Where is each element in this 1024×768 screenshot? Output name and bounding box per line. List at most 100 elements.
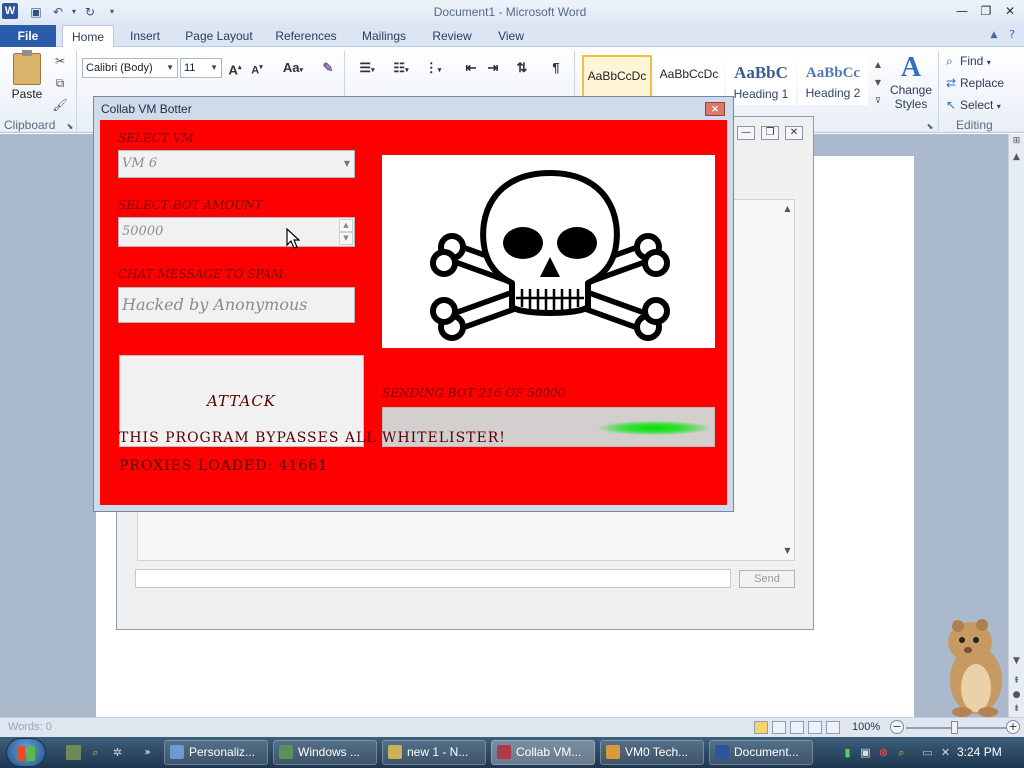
full-screen-reading-icon[interactable] <box>772 721 786 734</box>
zoom-slider-thumb[interactable] <box>951 721 958 734</box>
chat-maximize-button[interactable]: ❐ <box>761 126 779 140</box>
font-size-select[interactable]: 11 ▼ <box>180 58 222 78</box>
browse-object-icon[interactable]: ● <box>1009 688 1024 702</box>
copy-icon[interactable]: ⧉ <box>52 75 68 91</box>
chat-input[interactable] <box>135 569 731 588</box>
numbering-icon[interactable]: ☷▾ <box>388 59 414 77</box>
start-button[interactable] <box>6 738 46 767</box>
undo-dropdown-icon[interactable]: ▾ <box>66 4 82 20</box>
maximize-button[interactable]: ❐ <box>976 3 996 19</box>
customize-qat-icon[interactable]: ▾ <box>104 4 120 20</box>
chat-message-label: CHAT MESSAGE TO SPAM <box>118 267 284 281</box>
bot-close-button[interactable]: ✕ <box>705 102 725 116</box>
shrink-font-icon[interactable]: A▾ <box>248 59 266 77</box>
tab-file[interactable]: File <box>0 25 56 47</box>
minimize-button[interactable]: — <box>952 3 972 19</box>
chat-scroll-up-icon[interactable]: ▲ <box>780 202 795 216</box>
chat-close-button[interactable]: ✕ <box>785 126 803 140</box>
replace-button[interactable]: ⇄ Replace <box>946 74 1004 92</box>
chat-scroll-down-icon[interactable]: ▼ <box>780 544 795 558</box>
save-icon[interactable]: ▣ <box>28 4 44 20</box>
progress-glow <box>599 421 709 435</box>
quicklaunch-expand-icon[interactable]: » <box>140 745 155 760</box>
taskbar-button[interactable]: Collab VM... <box>491 740 595 765</box>
tray-volume-muted-icon[interactable]: ✕ <box>938 745 953 760</box>
style-heading-2[interactable]: AaBbCc Heading 2 <box>798 55 868 105</box>
styles-scroll-down-icon[interactable]: ▼ <box>870 75 886 91</box>
chevron-down-icon: ▼ <box>210 63 218 72</box>
draft-view-icon[interactable] <box>826 721 840 734</box>
cut-icon[interactable]: ✂ <box>52 53 68 69</box>
tray-monitor-icon[interactable]: ▭ <box>920 745 935 760</box>
chat-message-input[interactable]: Hacked by Anonymous <box>118 287 355 323</box>
document-scrollbar[interactable]: ⊞ ▲ ▼ ⇞ ● ⇟ <box>1008 134 1024 717</box>
tab-page-layout[interactable]: Page Layout <box>178 25 260 47</box>
styles-scroll-up-icon[interactable]: ▲ <box>870 57 886 73</box>
print-layout-icon[interactable] <box>754 721 768 734</box>
close-button[interactable]: ✕ <box>1000 3 1020 19</box>
taskbar-button[interactable]: new 1 - N... <box>382 740 486 765</box>
select-button[interactable]: ↖ Select ▾ <box>946 96 1001 114</box>
stepper-up-icon[interactable]: ▲ <box>339 219 353 232</box>
tray-blocked-icon[interactable]: ⊗ <box>876 745 891 760</box>
tab-references[interactable]: References <box>268 25 344 47</box>
chat-minimize-button[interactable]: — <box>737 126 755 140</box>
hamster-mascot-icon[interactable] <box>932 612 1010 720</box>
taskbar-button[interactable]: Document... <box>709 740 813 765</box>
styles-more-icon[interactable]: ⊽ <box>870 93 886 109</box>
font-name-select[interactable]: Calibri (Body) ▼ <box>82 58 178 78</box>
bot-amount-stepper[interactable]: 50000 ▲ ▼ <box>118 217 355 247</box>
zoom-in-icon[interactable]: + <box>1006 720 1020 734</box>
grow-font-icon[interactable]: A▴ <box>226 59 244 77</box>
show-formatting-marks-icon[interactable]: ¶ <box>546 59 566 77</box>
bullets-icon[interactable]: ☰▾ <box>354 59 380 77</box>
vm-select[interactable]: VM 6 ▼ <box>118 150 355 178</box>
decrease-indent-icon[interactable]: ⇤ <box>462 59 480 77</box>
styles-launcher-icon[interactable]: ⬊ <box>922 119 938 135</box>
clear-formatting-icon[interactable]: ✎ <box>318 59 338 77</box>
tab-home[interactable]: Home <box>62 25 114 47</box>
web-layout-icon[interactable] <box>790 721 804 734</box>
tab-insert[interactable]: Insert <box>120 25 170 47</box>
increase-indent-icon[interactable]: ⇥ <box>484 59 502 77</box>
tab-review[interactable]: Review <box>424 25 480 47</box>
tray-display-icon[interactable]: ▣ <box>858 745 873 760</box>
skull-crossbones-icon <box>430 170 670 341</box>
redo-icon[interactable]: ↻ <box>82 4 98 20</box>
scroll-down-icon[interactable]: ▼ <box>1009 654 1024 668</box>
taskbar-clock[interactable]: 3:24 PM <box>957 745 1002 759</box>
multilevel-list-icon[interactable]: ⋮▾ <box>420 59 446 77</box>
word-app-icon[interactable]: W <box>2 3 18 19</box>
taskbar-button-label: Windows ... <box>298 745 361 759</box>
tray-search-icon[interactable]: ⌕ <box>894 745 909 760</box>
send-button[interactable]: Send <box>739 570 795 588</box>
tray-network-icon[interactable]: ▮ <box>840 745 855 760</box>
change-case-icon[interactable]: Aa▾ <box>280 59 306 77</box>
paste-button[interactable]: Paste <box>8 50 46 113</box>
outline-view-icon[interactable] <box>808 721 822 734</box>
help-icon[interactable]: ? <box>1002 27 1022 43</box>
scroll-up-icon[interactable]: ▲ <box>1009 150 1024 164</box>
sort-icon[interactable]: ⇅ <box>512 59 532 77</box>
tab-view[interactable]: View <box>488 25 534 47</box>
format-painter-icon[interactable]: 🖌 <box>52 97 68 113</box>
word-count[interactable]: Words: 0 <box>8 721 52 733</box>
style-heading-1[interactable]: AaBbC Heading 1 <box>726 55 796 105</box>
zoom-out-icon[interactable]: − <box>890 720 904 734</box>
quicklaunch-search-icon[interactable]: ⌕ <box>88 745 103 760</box>
next-page-icon[interactable]: ⇟ <box>1009 702 1024 716</box>
undo-icon[interactable]: ↶ <box>50 4 66 20</box>
change-styles-button[interactable]: A Change Styles <box>888 53 934 115</box>
zoom-level[interactable]: 100% <box>852 721 880 733</box>
taskbar-button[interactable]: Windows ... <box>273 740 377 765</box>
quicklaunch-app-icon[interactable]: ✲ <box>110 745 125 760</box>
tab-mailings[interactable]: Mailings <box>352 25 416 47</box>
taskbar-button[interactable]: Personaliz... <box>164 740 268 765</box>
previous-page-icon[interactable]: ⇞ <box>1009 674 1024 688</box>
minimize-ribbon-icon[interactable]: ▲ <box>984 27 1004 43</box>
stepper-down-icon[interactable]: ▼ <box>339 232 353 245</box>
ruler-toggle-icon[interactable]: ⊞ <box>1009 134 1024 148</box>
find-button[interactable]: ⌕ Find ▾ <box>946 52 991 70</box>
quicklaunch-desktop-icon[interactable] <box>66 745 81 760</box>
taskbar-button[interactable]: VM0 Tech... <box>600 740 704 765</box>
